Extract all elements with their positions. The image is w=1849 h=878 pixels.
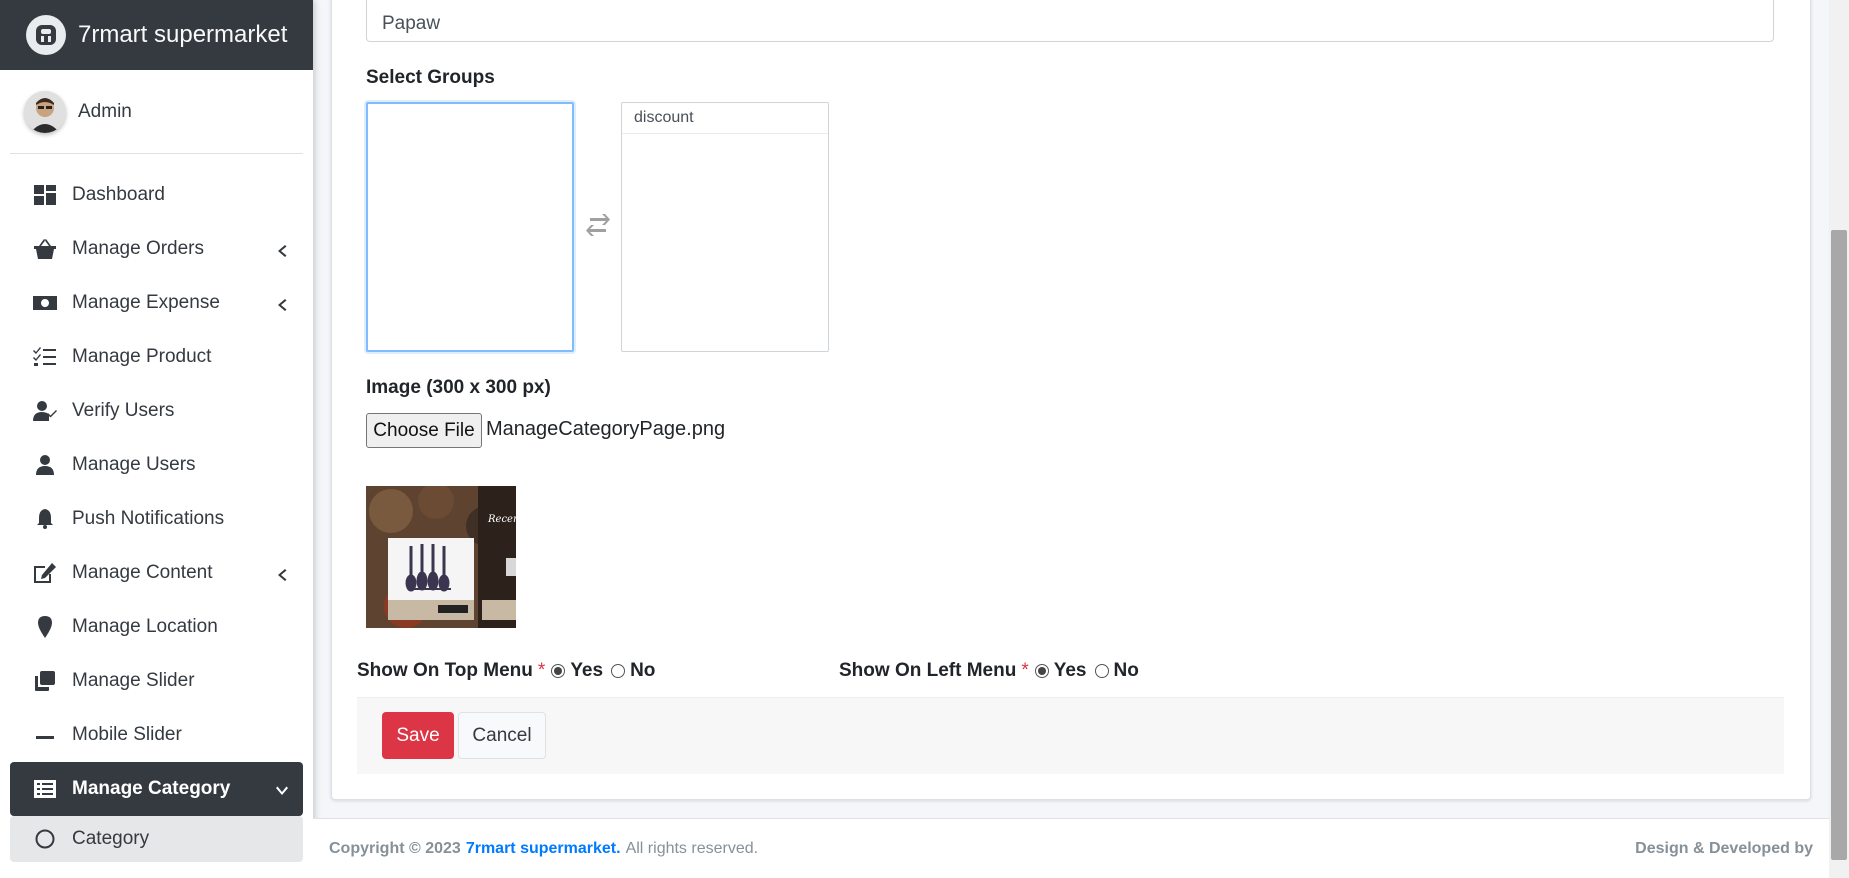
circle-icon [32, 827, 58, 851]
chevron-left-icon [275, 242, 289, 257]
top-menu-yes-radio[interactable] [551, 664, 566, 678]
money-icon [32, 291, 58, 315]
sidebar-item-verify-users[interactable]: Verify Users [10, 384, 303, 438]
sidebar-item-label: Mobile Slider [72, 724, 182, 745]
sidebar-nav: Dashboard Manage Orders Manage Expense M… [0, 168, 313, 862]
sidebar-item-manage-users[interactable]: Manage Users [10, 438, 303, 492]
avatar [24, 90, 66, 133]
left-menu-label: Show On Left Menu [839, 660, 1017, 681]
company-link[interactable]: 7rmart supermarket. [466, 840, 621, 858]
brand-link[interactable]: 7rmart supermarket [0, 0, 313, 70]
sidebar: 7rmart supermarket Admin Dashboard Manag… [0, 0, 313, 878]
sidebar-item-mobile-slider[interactable]: Mobile Slider [10, 708, 303, 762]
choose-file-button[interactable]: Choose File [366, 413, 482, 448]
user-name: Admin [78, 100, 132, 122]
left-menu-no-radio[interactable] [1094, 664, 1109, 678]
bell-icon [32, 507, 58, 531]
sidebar-item-label: Manage Content [72, 562, 213, 583]
page-footer: Copyright © 2023 7rmart supermarket. All… [313, 818, 1829, 878]
sidebar-item-manage-orders[interactable]: Manage Orders [10, 222, 303, 276]
show-on-top-menu-group: Show On Top Menu * Yes No [357, 660, 663, 682]
map-marker-icon [32, 615, 58, 639]
show-on-left-menu-group: Show On Left Menu * Yes No [839, 660, 1147, 682]
brand-name: 7rmart supermarket [78, 21, 288, 48]
top-menu-label: Show On Top Menu [357, 660, 533, 681]
sidebar-item-label: Manage Category [72, 778, 231, 799]
design-credit: Design & Developed by [1635, 839, 1813, 857]
minus-icon [32, 723, 58, 747]
clone-icon [32, 669, 58, 693]
form-actions-bar [357, 697, 1784, 774]
required-mark: * [1021, 660, 1029, 681]
sidebar-item-label: Manage Expense [72, 292, 220, 313]
user-icon [32, 453, 58, 477]
sidebar-item-label: Manage Slider [72, 670, 195, 691]
sidebar-item-label: Manage Orders [72, 238, 205, 259]
edit-icon [32, 561, 58, 585]
sidebar-subitem-category[interactable]: Category [10, 816, 303, 862]
top-menu-no-label[interactable]: No [630, 660, 655, 682]
chevron-left-icon [275, 566, 289, 581]
sidebar-item-manage-expense[interactable]: Manage Expense [10, 276, 303, 330]
category-name-input[interactable] [366, 0, 1774, 42]
sidebar-item-manage-location[interactable]: Manage Location [10, 600, 303, 654]
sidebar-item-push-notifications[interactable]: Push Notifications [10, 492, 303, 546]
group-option-discount[interactable]: discount [622, 103, 828, 134]
brand-logo-icon [26, 15, 66, 55]
left-menu-no-label[interactable]: No [1114, 660, 1139, 682]
left-menu-yes-label[interactable]: Yes [1054, 660, 1087, 682]
rights-text: All rights reserved. [625, 839, 759, 857]
sidebar-item-label: Dashboard [72, 184, 165, 205]
sidebar-item-label: Manage Product [72, 346, 212, 367]
chevron-left-icon [275, 296, 289, 311]
top-menu-no-radio[interactable] [611, 664, 626, 678]
exchange-icon[interactable] [584, 214, 612, 236]
sidebar-item-manage-product[interactable]: Manage Product [10, 330, 303, 384]
dashboard-icon [32, 183, 58, 207]
required-mark: * [537, 660, 546, 681]
scrollbar-thumb[interactable] [1831, 230, 1847, 860]
image-label: Image (300 x 300 px) [366, 377, 551, 398]
user-check-icon [32, 399, 58, 423]
sidebar-item-dashboard[interactable]: Dashboard [10, 168, 303, 222]
left-menu-yes-radio[interactable] [1034, 664, 1049, 678]
sidebar-item-label: Category [72, 828, 150, 849]
svg-text:Recen: Recen [487, 514, 516, 525]
selected-file-name: ManageCategoryPage.png [486, 418, 726, 440]
selected-groups-listbox[interactable]: discount [621, 102, 829, 352]
sidebar-item-label: Push Notifications [72, 508, 225, 529]
save-button[interactable]: Save [382, 712, 454, 759]
cancel-button[interactable]: Cancel [458, 712, 546, 759]
user-panel[interactable]: Admin [10, 70, 303, 154]
sidebar-item-label: Verify Users [72, 400, 175, 421]
sidebar-item-manage-slider[interactable]: Manage Slider [10, 654, 303, 708]
sidebar-item-manage-content[interactable]: Manage Content [10, 546, 303, 600]
available-groups-listbox[interactable] [366, 102, 574, 352]
copyright-text: Copyright © 2023 [329, 839, 461, 857]
list-icon [32, 777, 58, 801]
chevron-down-icon [275, 782, 289, 796]
tasks-icon [32, 345, 58, 369]
select-groups-label: Select Groups [366, 67, 495, 88]
basket-icon [32, 237, 58, 261]
sidebar-item-label: Manage Users [72, 454, 196, 475]
image-preview: Recen [366, 486, 516, 628]
sidebar-item-label: Manage Location [72, 616, 218, 637]
top-menu-yes-label[interactable]: Yes [570, 660, 603, 682]
sidebar-item-manage-category[interactable]: Manage Category [10, 762, 303, 816]
